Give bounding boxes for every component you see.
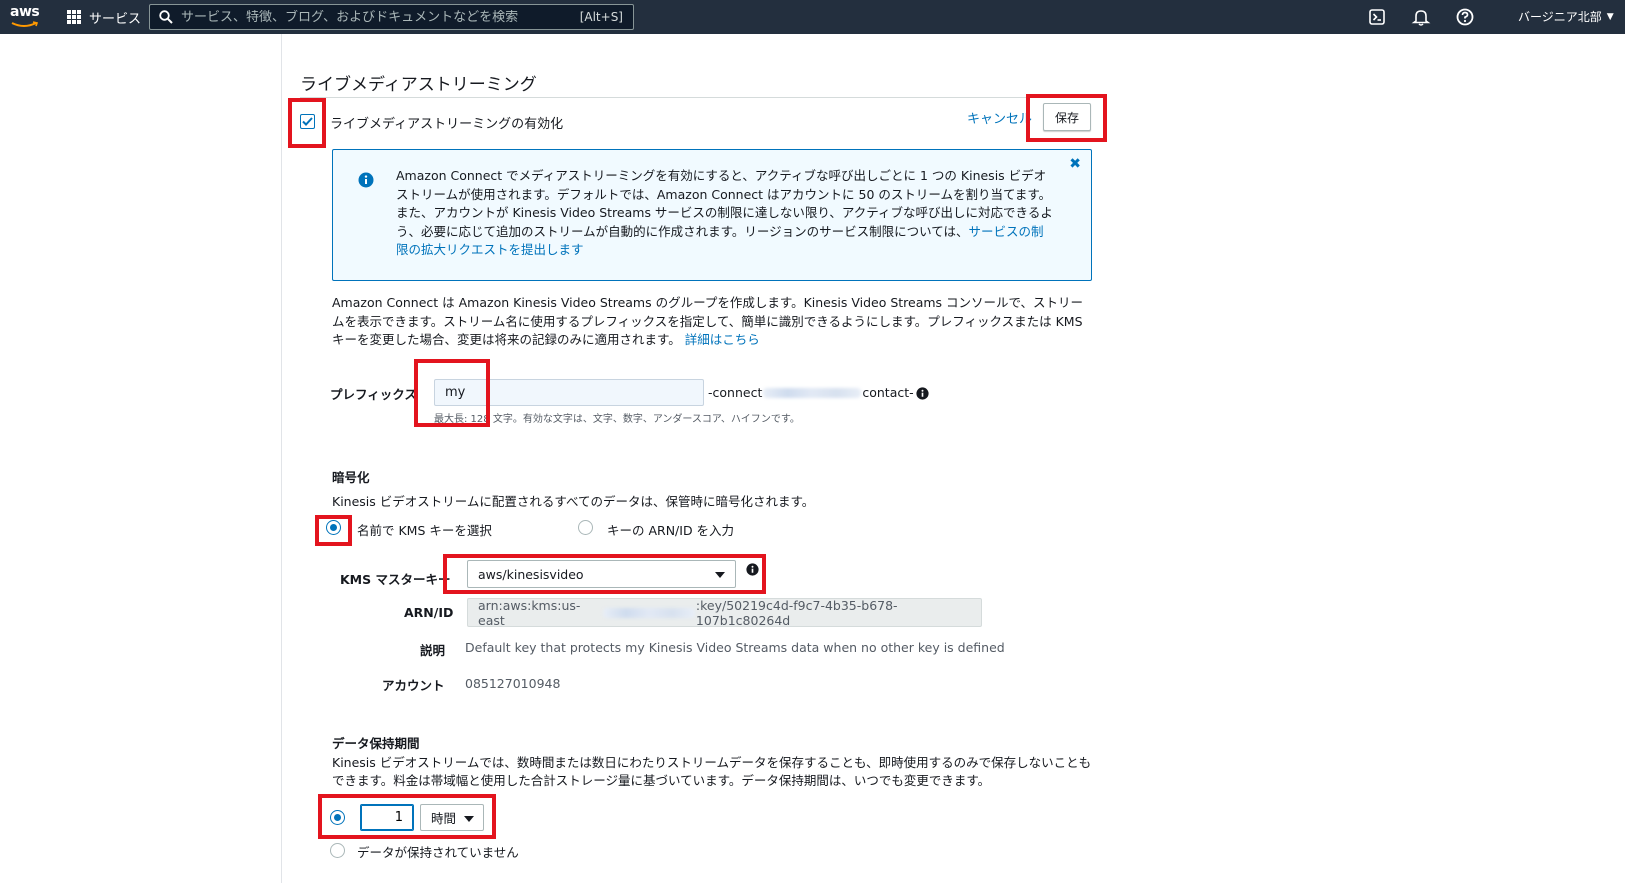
- section-divider: [300, 97, 1090, 98]
- account-value: 085127010948: [465, 676, 561, 691]
- section-title: ライブメディアストリーミング: [300, 75, 537, 95]
- prefix-suffix: -connect contact-: [708, 385, 914, 400]
- retention-description: Kinesis ビデオストリームでは、数時間または数日にわたりストリームデータを…: [332, 755, 1092, 788]
- enable-streaming-label: ライブメディアストリーミングの有効化: [330, 117, 564, 132]
- kms-info-icon[interactable]: [746, 563, 759, 576]
- encryption-title: 暗号化: [332, 470, 370, 485]
- search-shortcut-hint: [Alt+S]: [579, 10, 623, 24]
- caret-down-icon: [715, 572, 725, 578]
- enable-streaming-checkbox[interactable]: [300, 114, 315, 129]
- retention-title: データ保持期間: [332, 736, 420, 751]
- redacted-text: [603, 607, 695, 618]
- streams-description: Amazon Connect は Amazon Kinesis Video St…: [332, 295, 1084, 347]
- kms-by-arn-label: キーの ARN/ID を入力: [607, 523, 735, 538]
- region-label: バージニア北部: [1518, 10, 1602, 24]
- retention-unit-select[interactable]: 時間: [420, 804, 484, 831]
- prefix-hint: 最大長: 128 文字。有効な文字は、文字、数字、アンダースコア、ハイフンです。: [434, 414, 800, 425]
- account-label: アカウント: [382, 678, 445, 693]
- kms-master-key-label: KMS マスターキー: [340, 572, 451, 587]
- help-icon[interactable]: [1455, 7, 1475, 27]
- search-input[interactable]: [181, 9, 580, 25]
- services-label: サービス: [89, 11, 142, 27]
- services-grid-icon: [67, 10, 81, 24]
- no-retention-label: データが保持されていません: [357, 845, 519, 860]
- retention-period-radio[interactable]: [330, 810, 345, 825]
- kms-by-name-radio[interactable]: [326, 520, 341, 535]
- top-navigation-bar: aws サービス [Alt+S] バージニア北部 ▼: [0, 0, 1625, 34]
- notifications-bell-icon[interactable]: [1411, 7, 1431, 27]
- redacted-text: [763, 387, 862, 398]
- caret-down-icon: [464, 816, 474, 822]
- kms-master-key-select[interactable]: aws/kinesisvideo: [467, 560, 736, 588]
- save-button[interactable]: 保存: [1043, 103, 1091, 131]
- prefix-label: プレフィックス: [330, 387, 417, 402]
- learn-more-link[interactable]: 詳細はこちら: [685, 332, 760, 347]
- arn-label: ARN/ID: [404, 605, 454, 620]
- checkmark-icon: [302, 117, 313, 126]
- retention-value-input[interactable]: [360, 804, 414, 831]
- info-icon: [358, 172, 374, 188]
- arn-field: arn:aws:kms:us-east :key/50219c4d-f9c7-4…: [467, 598, 982, 628]
- encryption-description: Kinesis ビデオストリームに配置されるすべてのデータは、保管時に暗号化され…: [332, 494, 815, 509]
- kms-by-arn-radio[interactable]: [578, 520, 593, 535]
- services-menu-button[interactable]: サービス: [67, 6, 141, 28]
- key-description-value: Default key that protects my Kinesis Vid…: [465, 640, 1005, 655]
- cloudshell-icon[interactable]: [1367, 7, 1387, 27]
- global-search[interactable]: [Alt+S]: [149, 4, 634, 30]
- close-icon[interactable]: ✖: [1069, 156, 1081, 172]
- cancel-link[interactable]: キャンセル: [967, 108, 1032, 127]
- info-alert-text: Amazon Connect でメディアストリーミングを有効にすると、アクティブ…: [396, 168, 1053, 257]
- search-icon: [159, 10, 173, 24]
- region-selector[interactable]: バージニア北部 ▼: [1518, 8, 1614, 25]
- prefix-info-icon[interactable]: [916, 387, 929, 400]
- prefix-input[interactable]: [434, 379, 704, 406]
- info-alert: Amazon Connect でメディアストリーミングを有効にすると、アクティブ…: [332, 149, 1092, 281]
- aws-smile-icon: [11, 21, 39, 27]
- sidebar-divider: [281, 34, 282, 883]
- kms-by-name-label: 名前で KMS キーを選択: [357, 523, 492, 538]
- aws-logo[interactable]: aws: [10, 2, 42, 30]
- caret-down-icon: ▼: [1606, 11, 1614, 22]
- key-description-label: 説明: [420, 643, 446, 658]
- no-retention-radio[interactable]: [330, 843, 345, 858]
